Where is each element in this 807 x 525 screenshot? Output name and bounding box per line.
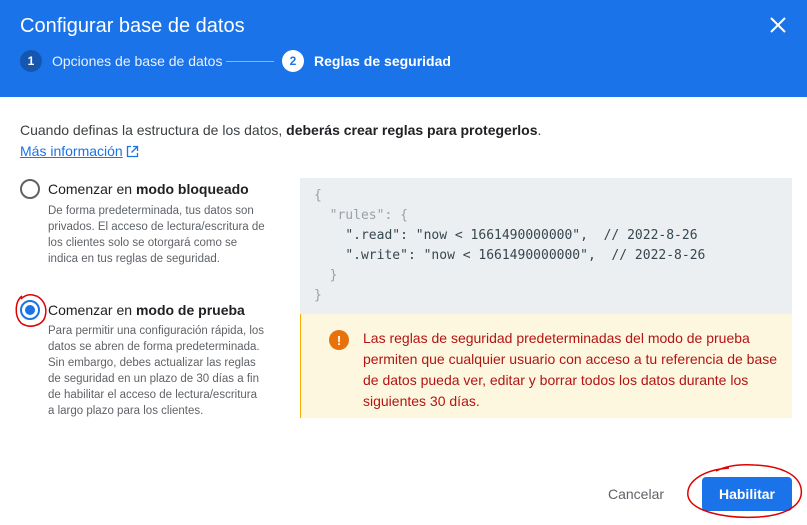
test-mode-label[interactable]: Comenzar en modo de prueba	[48, 302, 245, 318]
security-warning: ! Las reglas de seguridad predeterminada…	[300, 314, 792, 418]
open-in-new-icon	[126, 145, 138, 157]
enable-button[interactable]: Habilitar	[702, 477, 792, 511]
learn-more-link[interactable]: Más información	[20, 143, 139, 159]
locked-mode-label[interactable]: Comenzar en modo bloqueado	[48, 181, 249, 197]
locked-mode-description: De forma predeterminada, tus datos son p…	[48, 205, 265, 265]
locked-mode-radio[interactable]	[20, 179, 40, 199]
dialog-header: Configurar base de datos 1 Opciones de b…	[0, 0, 807, 97]
rules-code: { "rules": { ".read": "now < 16614900000…	[314, 188, 706, 303]
test-mode-description: Para permitir una configuración rápida, …	[48, 325, 265, 417]
close-icon[interactable]	[767, 14, 789, 36]
step-security-rules[interactable]: 2 Reglas de seguridad	[282, 49, 451, 73]
test-mode-radio[interactable]	[20, 300, 40, 320]
step-label: Opciones de base de datos	[52, 53, 223, 69]
warning-text: Las reglas de seguridad predeterminadas …	[363, 330, 778, 409]
step-number: 1	[20, 50, 42, 72]
dialog-title: Configurar base de datos	[20, 15, 245, 37]
cancel-button[interactable]: Cancelar	[596, 479, 676, 509]
step-database-options[interactable]: 1 Opciones de base de datos	[20, 49, 222, 73]
step-label: Reglas de seguridad	[314, 53, 451, 69]
alert-icon: !	[329, 330, 349, 350]
step-number: 2	[282, 50, 304, 72]
stepper-connector	[226, 61, 274, 62]
intro-text: Cuando definas la estructura de los dato…	[20, 122, 542, 138]
